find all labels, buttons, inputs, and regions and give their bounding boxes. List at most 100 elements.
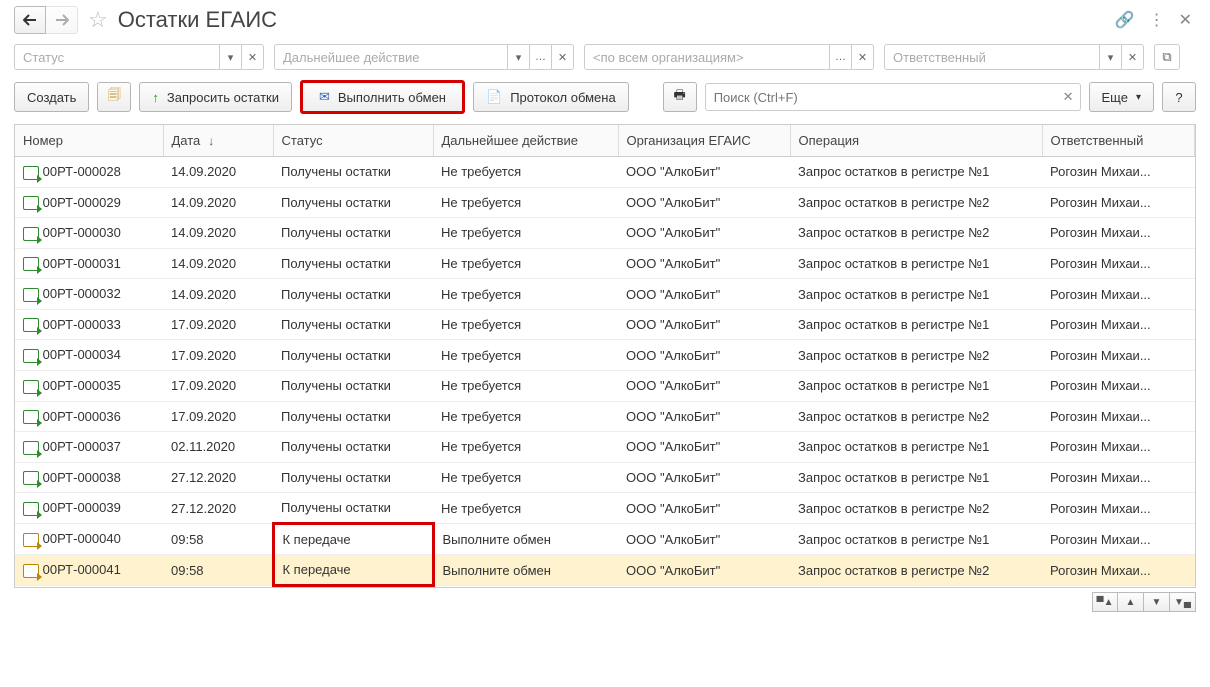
cell-op: Запрос остатков в регистре №1: [790, 279, 1042, 310]
cell-date: 14.09.2020: [163, 187, 273, 218]
cell-resp: Рогозин Михаи...: [1042, 340, 1195, 371]
help-button[interactable]: ?: [1162, 82, 1196, 112]
filter-resp-clear[interactable]: ✕: [1121, 45, 1143, 69]
favorite-star-icon[interactable]: ☆: [88, 7, 108, 33]
cell-date: 14.09.2020: [163, 248, 273, 279]
scroll-down-button[interactable]: ▼: [1144, 592, 1170, 612]
cell-number: 00РТ-000034: [43, 347, 121, 362]
more-menu-icon[interactable]: ⋮: [1145, 6, 1169, 34]
filter-action-clear[interactable]: ✕: [551, 45, 573, 69]
chevron-down-icon[interactable]: ▾: [1099, 45, 1121, 69]
filter-action[interactable]: Дальнейшее действие ▾ … ✕: [274, 44, 574, 70]
cell-date: 14.09.2020: [163, 279, 273, 310]
cell-action: Выполните обмен: [433, 555, 618, 586]
cell-date: 17.09.2020: [163, 309, 273, 340]
cell-org: ООО "АлкоБит": [618, 340, 790, 371]
chevron-down-icon[interactable]: ▾: [219, 45, 241, 69]
cell-resp: Рогозин Михаи...: [1042, 248, 1195, 279]
nav-forward-button[interactable]: [46, 6, 78, 34]
cell-op: Запрос остатков в регистре №1: [790, 248, 1042, 279]
document-status-icon: [23, 196, 39, 210]
col-header-org[interactable]: Организация ЕГАИС: [618, 125, 790, 157]
document-status-icon: [23, 318, 39, 332]
scroll-bottom-button[interactable]: ▼▄: [1170, 592, 1196, 612]
col-header-date[interactable]: Дата↓: [163, 125, 273, 157]
cell-org: ООО "АлкоБит": [618, 524, 790, 555]
table-row[interactable]: 00РТ-00003214.09.2020Получены остаткиНе …: [15, 279, 1195, 310]
cell-resp: Рогозин Михаи...: [1042, 187, 1195, 218]
cell-action: Не требуется: [433, 157, 618, 188]
close-icon[interactable]: ✕: [1175, 6, 1196, 34]
col-header-op[interactable]: Операция: [790, 125, 1042, 157]
table-row[interactable]: 00РТ-00002814.09.2020Получены остаткиНе …: [15, 157, 1195, 188]
cell-action: Не требуется: [433, 432, 618, 463]
cell-op: Запрос остатков в регистре №2: [790, 218, 1042, 249]
cell-op: Запрос остатков в регистре №1: [790, 462, 1042, 493]
search-clear[interactable]: ✕: [1063, 89, 1074, 105]
table-row[interactable]: 00РТ-00003827.12.2020Получены остаткиНе …: [15, 462, 1195, 493]
document-status-icon: [23, 349, 39, 363]
search-input[interactable]: [712, 89, 1063, 106]
scroll-up-button[interactable]: ▲: [1118, 592, 1144, 612]
copy-button[interactable]: 🗐: [97, 82, 131, 112]
exchange-button-label: Выполнить обмен: [338, 90, 446, 105]
table-row[interactable]: 00РТ-00003927.12.2020Получены остаткиНе …: [15, 493, 1195, 524]
exchange-button[interactable]: ✉ Выполнить обмен: [300, 80, 465, 114]
cell-date: 14.09.2020: [163, 218, 273, 249]
cell-action: Не требуется: [433, 340, 618, 371]
cell-org: ООО "АлкоБит": [618, 309, 790, 340]
table-row[interactable]: 00РТ-00003517.09.2020Получены остаткиНе …: [15, 370, 1195, 401]
table-row[interactable]: 00РТ-00003617.09.2020Получены остаткиНе …: [15, 401, 1195, 432]
scroll-top-button[interactable]: ▀▲: [1092, 592, 1118, 612]
balances-table: Номер Дата↓ Статус Дальнейшее действие О…: [15, 125, 1195, 587]
create-button[interactable]: Создать: [14, 82, 89, 112]
expand-filters-button[interactable]: ⧉: [1154, 44, 1180, 70]
table-row[interactable]: 00РТ-00003417.09.2020Получены остаткиНе …: [15, 340, 1195, 371]
table-row[interactable]: 00РТ-00003014.09.2020Получены остаткиНе …: [15, 218, 1195, 249]
filter-action-more[interactable]: …: [529, 45, 551, 69]
filter-status[interactable]: Статус ▾ ✕: [14, 44, 264, 70]
table-row[interactable]: 00РТ-00003317.09.2020Получены остаткиНе …: [15, 309, 1195, 340]
arrow-up-icon: ↑: [152, 90, 159, 105]
more-button[interactable]: Еще ▾: [1089, 82, 1154, 112]
nav-back-button[interactable]: [14, 6, 46, 34]
chevron-down-icon[interactable]: ▾: [507, 45, 529, 69]
page-title: Остатки ЕГАИС: [118, 7, 1105, 33]
filter-org-more[interactable]: …: [829, 45, 851, 69]
col-header-status[interactable]: Статус: [273, 125, 433, 157]
table-row[interactable]: 00РТ-00003702.11.2020Получены остаткиНе …: [15, 432, 1195, 463]
filter-resp[interactable]: Ответственный ▾ ✕: [884, 44, 1144, 70]
table-row[interactable]: 00РТ-00002914.09.2020Получены остаткиНе …: [15, 187, 1195, 218]
request-balances-button[interactable]: ↑ Запросить остатки: [139, 82, 292, 112]
col-header-resp[interactable]: Ответственный: [1042, 125, 1195, 157]
cell-resp: Рогозин Михаи...: [1042, 493, 1195, 524]
search-input-wrap[interactable]: ✕: [705, 83, 1081, 111]
cell-number: 00РТ-000029: [43, 195, 121, 210]
cell-date: 14.09.2020: [163, 157, 273, 188]
mail-exchange-icon: ✉: [319, 89, 330, 105]
cell-status: Получены остатки: [273, 370, 433, 401]
table-row[interactable]: 00РТ-00004109:58К передачеВыполните обме…: [15, 555, 1195, 586]
col-header-action[interactable]: Дальнейшее действие: [433, 125, 618, 157]
filter-status-clear[interactable]: ✕: [241, 45, 263, 69]
table-row[interactable]: 00РТ-00003114.09.2020Получены остаткиНе …: [15, 248, 1195, 279]
cell-number: 00РТ-000032: [43, 286, 121, 301]
cell-number: 00РТ-000035: [43, 378, 121, 393]
cell-org: ООО "АлкоБит": [618, 432, 790, 463]
cell-status: Получены остатки: [273, 279, 433, 310]
print-button[interactable]: 🖶: [663, 82, 697, 112]
request-balances-label: Запросить остатки: [167, 90, 279, 105]
cell-org: ООО "АлкоБит": [618, 401, 790, 432]
table-row[interactable]: 00РТ-00004009:58К передачеВыполните обме…: [15, 524, 1195, 555]
cell-status: Получены остатки: [273, 401, 433, 432]
protocol-button[interactable]: 📄 Протокол обмена: [473, 82, 629, 112]
link-icon[interactable]: 🔗: [1111, 6, 1139, 34]
cell-op: Запрос остатков в регистре №1: [790, 370, 1042, 401]
cell-status: Получены остатки: [273, 248, 433, 279]
filter-org[interactable]: <по всем организациям> … ✕: [584, 44, 874, 70]
cell-date: 17.09.2020: [163, 340, 273, 371]
filter-org-clear[interactable]: ✕: [851, 45, 873, 69]
col-header-number[interactable]: Номер: [15, 125, 163, 157]
cell-org: ООО "АлкоБит": [618, 493, 790, 524]
cell-number: 00РТ-000030: [43, 225, 121, 240]
